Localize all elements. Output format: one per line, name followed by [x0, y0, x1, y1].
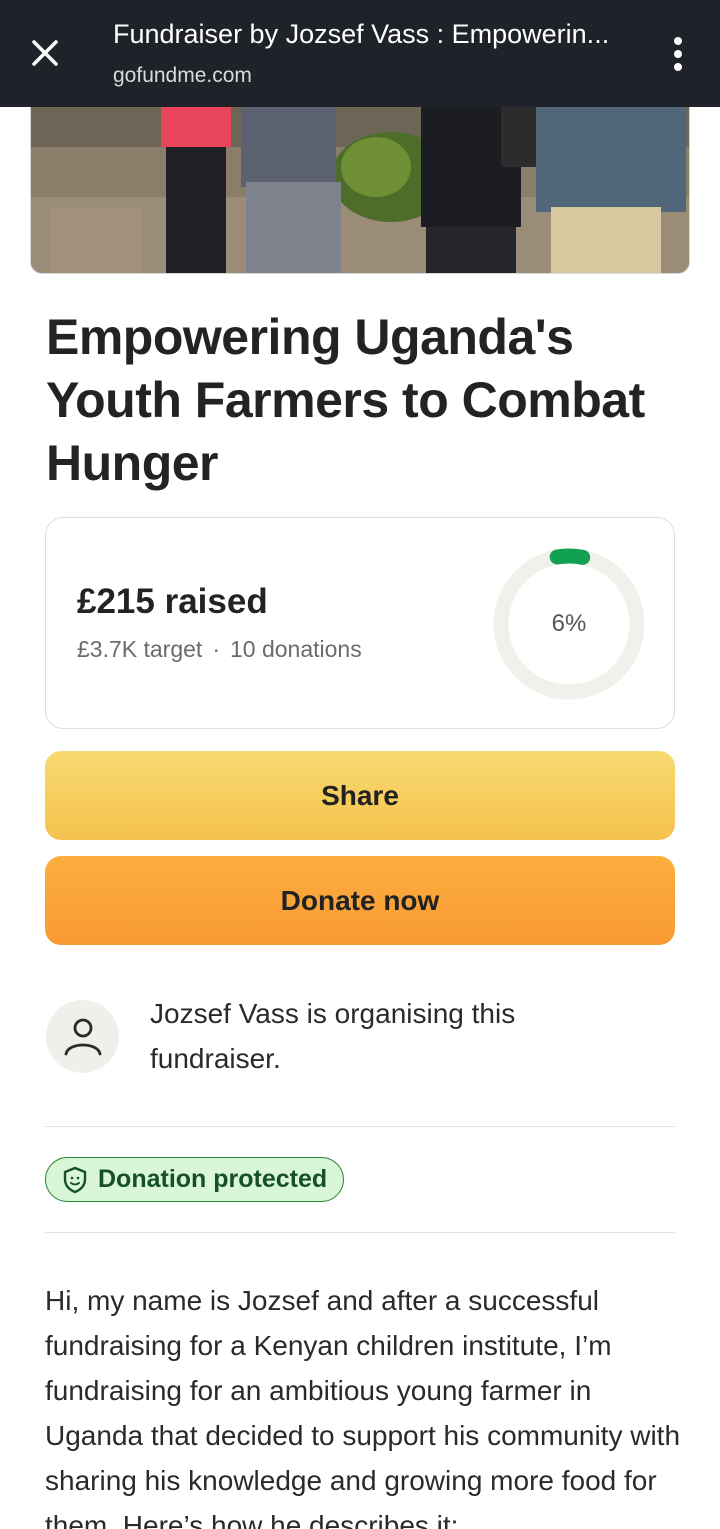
progress-percent: 6% — [551, 610, 587, 637]
more-vertical-icon — [674, 37, 682, 45]
target-amount: £3.7K target — [77, 636, 203, 662]
close-button[interactable] — [22, 30, 68, 76]
progress-meta: £3.7K target · 10 donations — [77, 636, 362, 663]
more-options-button[interactable] — [660, 32, 696, 76]
page-title: Fundraiser by Jozsef Vass : Empowerin... — [113, 19, 610, 49]
progress-card: £215 raised £3.7K target · 10 donations 6% — [45, 517, 675, 729]
shield-icon — [63, 1166, 87, 1193]
share-button[interactable]: Share — [45, 751, 675, 840]
story-text: Hi, my name is Jozsef and after a succes… — [45, 1285, 681, 1529]
page-url: gofundme.com — [113, 64, 252, 87]
organiser-text: Jozsef Vass is organising this fundraise… — [150, 998, 516, 1074]
close-icon — [32, 40, 58, 66]
organiser-avatar[interactable] — [46, 1000, 119, 1073]
divider — [45, 1126, 675, 1127]
donation-protected-badge[interactable]: Donation protected — [45, 1157, 345, 1202]
meta-separator: · — [212, 636, 220, 662]
user-icon — [64, 1018, 101, 1055]
divider — [45, 1232, 675, 1233]
campaign-title: Empowering Uganda's Youth Farmers to Com… — [46, 309, 645, 491]
campaign-hero-image[interactable] — [30, 107, 690, 274]
browser-top-bar: Fundraiser by Jozsef Vass : Empowerin...… — [0, 0, 720, 107]
donation-count: 10 donations — [229, 636, 362, 662]
amount-raised: £215 raised — [77, 582, 268, 621]
badge-label: Donation protected — [98, 1165, 328, 1193]
donate-now-button[interactable]: Donate now — [45, 856, 675, 945]
